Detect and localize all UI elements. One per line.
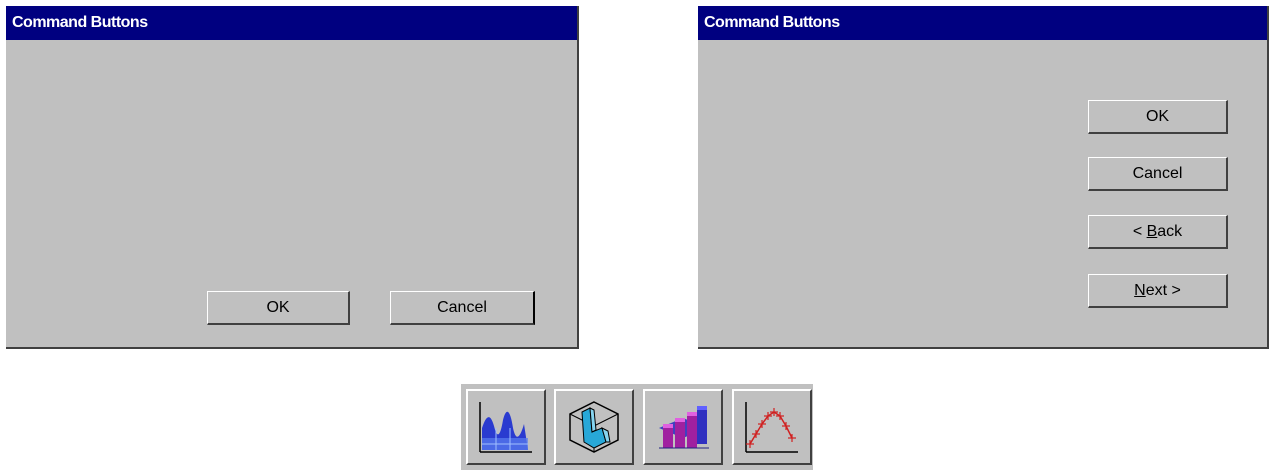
3d-surface-chart-icon [569,401,619,453]
3d-surface-chart-button[interactable] [554,389,634,465]
chart-type-toolbar [461,384,813,470]
back-button-mnemonic: B [1146,222,1158,240]
area-chart-icon [479,402,532,453]
back-button[interactable]: < Back [1088,215,1228,249]
line-points-chart-button[interactable] [732,389,812,465]
next-button-rest: ext > [1145,281,1181,299]
command-buttons-dialog-left: Command Buttons OK Cancel [6,6,579,349]
line-points-chart-icon [745,402,798,453]
cancel-button[interactable]: Cancel [390,291,535,325]
ok-button[interactable]: OK [1088,100,1228,134]
next-button[interactable]: Next > [1088,274,1228,308]
dialog-title-bar: Command Buttons [6,6,577,40]
cancel-button[interactable]: Cancel [1088,157,1228,191]
command-buttons-dialog-right: Command Buttons OK Cancel < Back Next > [698,6,1269,349]
ok-button[interactable]: OK [207,291,350,325]
back-button-rest: ack [1157,222,1183,240]
back-button-prefix: < [1132,222,1147,240]
3d-bar-chart-button[interactable] [643,389,723,465]
dialog-title: Command Buttons [12,14,148,31]
next-button-mnemonic: N [1134,281,1146,299]
area-chart-button[interactable] [466,389,546,465]
dialog-title-bar: Command Buttons [698,6,1267,40]
3d-bar-chart-icon [659,406,709,449]
dialog-title: Command Buttons [704,14,840,31]
